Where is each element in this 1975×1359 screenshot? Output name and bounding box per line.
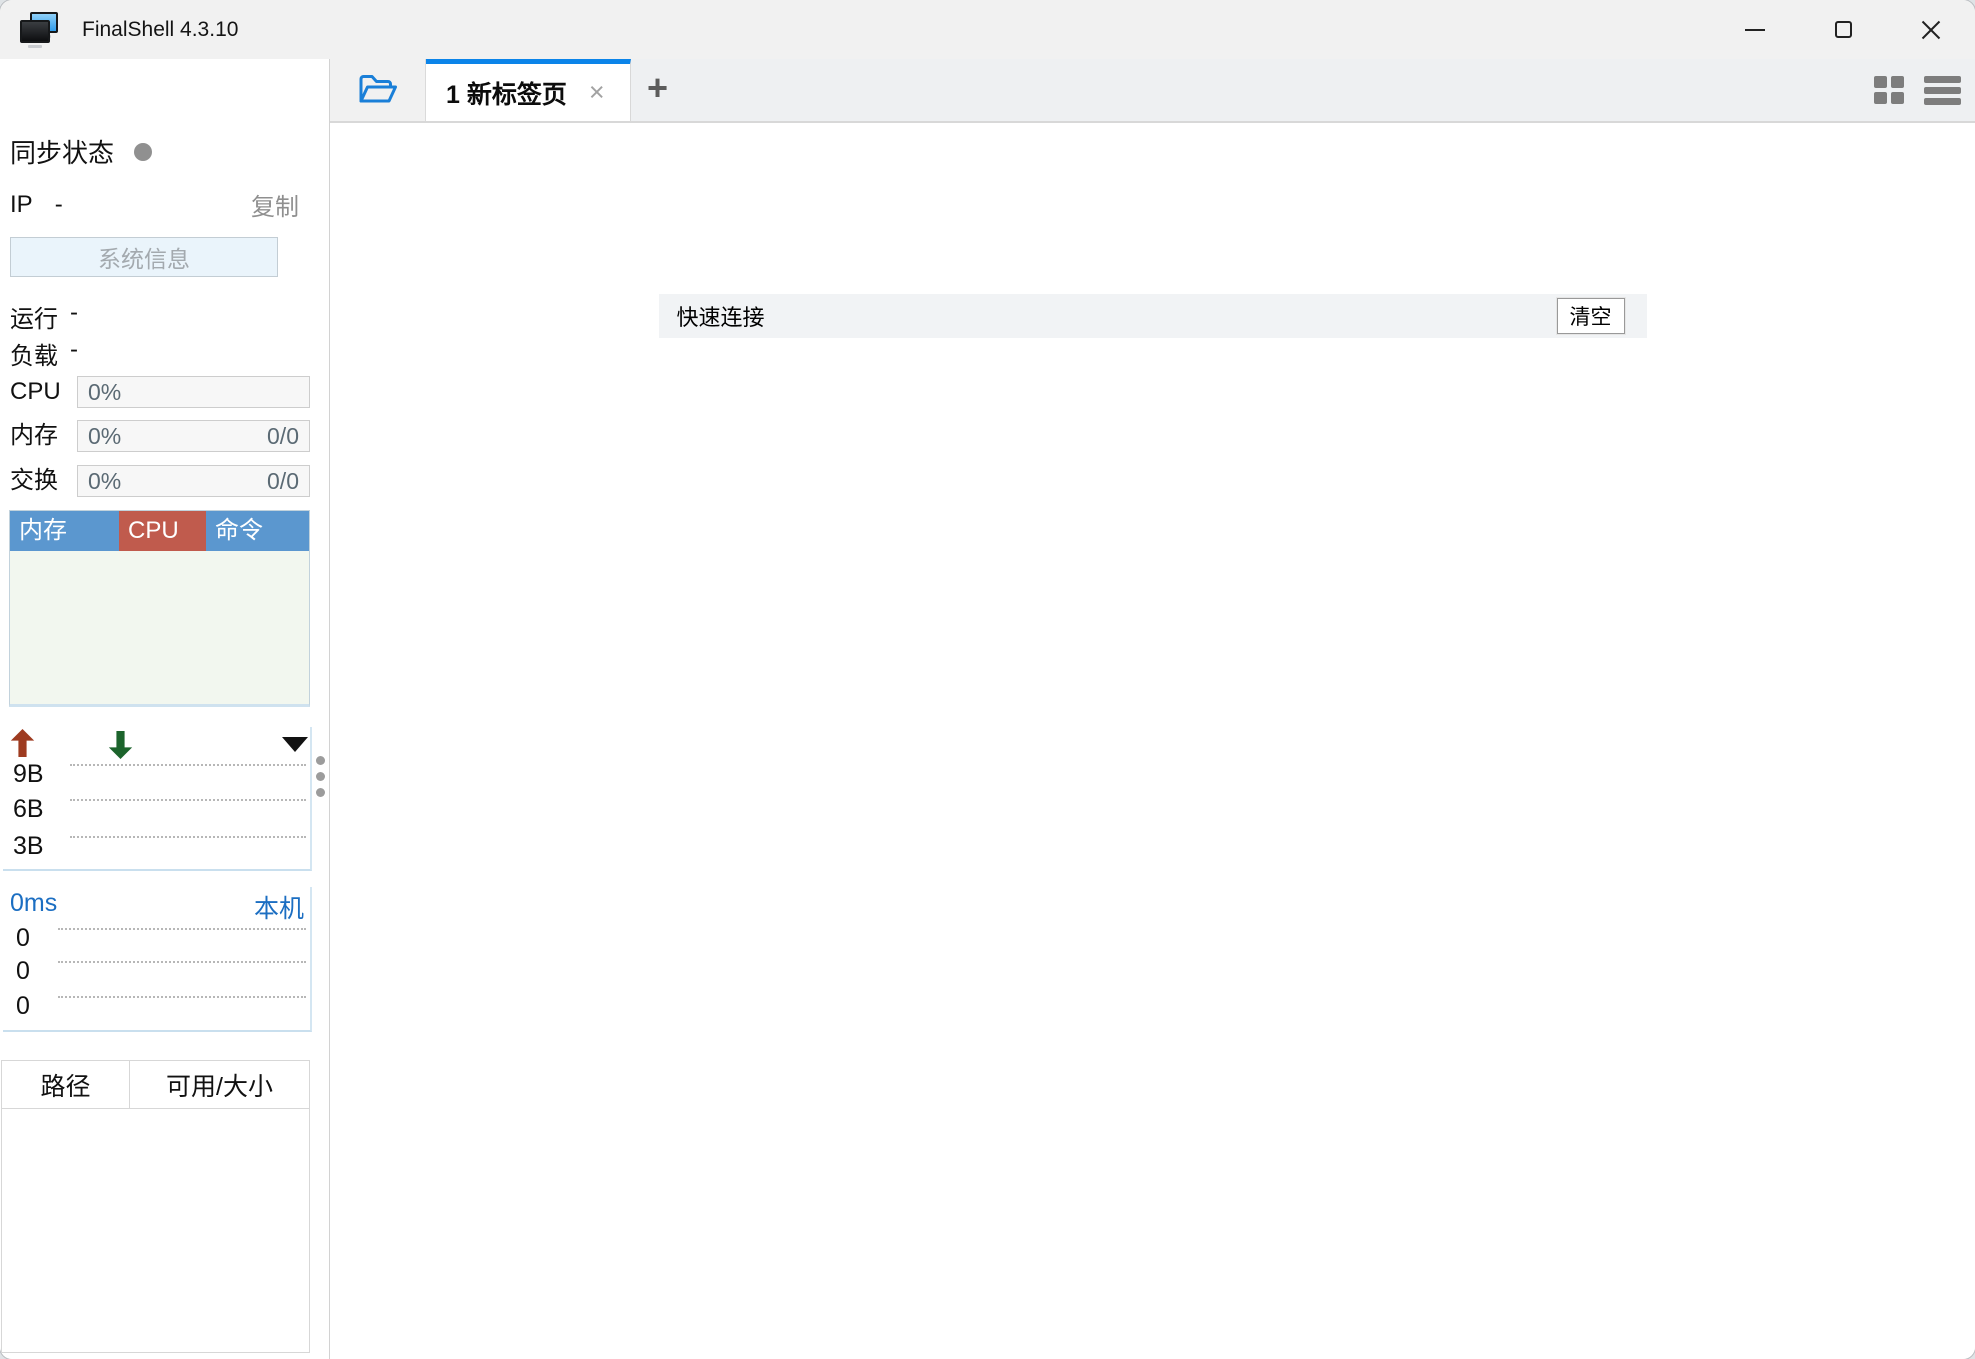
- window-controls: [1711, 0, 1975, 59]
- ping-gridline: [58, 961, 306, 963]
- net-tick-label: 9B: [13, 760, 44, 788]
- ping-tick-label: 0: [16, 924, 30, 952]
- close-icon: [1920, 19, 1942, 41]
- net-gridline: [70, 799, 306, 801]
- process-col-memory[interactable]: 内存: [10, 511, 119, 551]
- folder-open-icon: [359, 75, 397, 103]
- tab-title: 1 新标签页: [446, 80, 567, 109]
- upload-arrow-icon: [10, 729, 35, 757]
- swap-meter-label: 交换: [10, 467, 58, 494]
- ping-latency-graph: 0ms 本机 0 0 0: [3, 887, 312, 1032]
- sync-status-label: 同步状态: [10, 138, 115, 168]
- net-gridline: [70, 764, 306, 766]
- disk-table[interactable]: 路径 可用/大小: [1, 1060, 310, 1353]
- ip-row: IP - 复制: [10, 187, 299, 222]
- interface-dropdown-icon[interactable]: [282, 737, 308, 752]
- window-title: FinalShell 4.3.10: [82, 17, 239, 41]
- system-info-button[interactable]: 系统信息: [10, 237, 278, 277]
- monitor-front-icon: [20, 19, 50, 43]
- quick-connect-panel: 快速连接 清空: [658, 294, 1647, 338]
- ip-value: -: [54, 190, 63, 218]
- process-col-cpu[interactable]: CPU: [119, 511, 206, 551]
- load-row: 负载 -: [10, 336, 78, 371]
- memory-percent: 0%: [88, 422, 122, 449]
- tab-close-icon[interactable]: ×: [589, 79, 605, 106]
- process-table-header: 内存 CPU 命令: [10, 511, 309, 551]
- disk-col-size[interactable]: 可用/大小: [130, 1061, 309, 1108]
- app-logo-icon: [18, 10, 62, 50]
- minimize-icon: [1745, 28, 1765, 31]
- process-col-command[interactable]: 命令: [206, 511, 309, 551]
- quick-connect-title: 快速连接: [676, 305, 765, 330]
- load-label: 负载: [10, 343, 58, 370]
- open-connections-button[interactable]: [330, 59, 426, 121]
- network-graph-legend: [10, 729, 317, 759]
- net-gridline: [70, 836, 306, 838]
- process-table[interactable]: 内存 CPU 命令: [9, 510, 310, 707]
- content-area: 快速连接 清空: [330, 123, 1975, 1359]
- download-arrow-icon: [108, 731, 133, 759]
- sync-status-row: 同步状态: [10, 133, 153, 170]
- tab-bar-spacer: [668, 59, 1874, 121]
- cpu-meter-label: CPU: [10, 378, 61, 405]
- monitor-sidebar: 同步状态 IP - 复制 系统信息 运行 - 负载 - CPU 0% 内存 0%…: [0, 59, 330, 1359]
- sync-status-dot-icon: [134, 142, 153, 161]
- clear-button[interactable]: 清空: [1556, 298, 1625, 334]
- ip-label: IP: [10, 190, 33, 218]
- uptime-value: -: [70, 299, 78, 326]
- sidebar-splitter-handle[interactable]: [316, 756, 325, 797]
- close-button[interactable]: [1887, 0, 1975, 59]
- copy-ip-button[interactable]: 复制: [251, 187, 299, 222]
- minimize-button[interactable]: [1711, 0, 1799, 59]
- load-value: -: [70, 336, 78, 363]
- main-area: 1 新标签页 × + 快速连接 清空: [330, 59, 1975, 1359]
- layout-grid-button[interactable]: [1874, 76, 1904, 104]
- ping-host-label[interactable]: 本机: [254, 889, 304, 925]
- new-tab-button[interactable]: +: [647, 70, 668, 110]
- memory-meter-label: 内存: [10, 422, 58, 449]
- uptime-row: 运行 -: [10, 299, 78, 334]
- memory-ratio: 0/0: [267, 422, 299, 449]
- ping-gridline: [58, 928, 306, 930]
- cpu-percent: 0%: [88, 378, 122, 405]
- maximize-icon: [1834, 21, 1852, 38]
- title-bar: FinalShell 4.3.10: [0, 0, 1975, 59]
- network-traffic-graph: 9B 6B 3B: [3, 727, 312, 871]
- ping-tick-label: 0: [16, 957, 30, 985]
- maximize-button[interactable]: [1799, 0, 1887, 59]
- swap-meter-bar: 0% 0/0: [77, 465, 310, 497]
- cpu-meter-bar: 0%: [77, 376, 310, 408]
- memory-meter-bar: 0% 0/0: [77, 420, 310, 452]
- main-menu-button[interactable]: [1924, 75, 1961, 105]
- disk-col-path[interactable]: 路径: [2, 1061, 130, 1108]
- disk-table-header: 路径 可用/大小: [2, 1061, 309, 1109]
- uptime-label: 运行: [10, 306, 58, 333]
- swap-ratio: 0/0: [267, 467, 299, 494]
- ping-tick-label: 0: [16, 992, 30, 1020]
- net-tick-label: 6B: [13, 795, 44, 823]
- tab-new-tab[interactable]: 1 新标签页 ×: [426, 59, 631, 121]
- swap-percent: 0%: [88, 467, 122, 494]
- net-tick-label: 3B: [13, 832, 44, 860]
- tab-bar: 1 新标签页 × +: [330, 59, 1975, 123]
- ping-graph-header: 0ms 本机: [10, 889, 304, 925]
- ping-latency-value: 0ms: [10, 889, 58, 917]
- app-window: FinalShell 4.3.10 同步状态 IP - 复制 系统信息 运行 -: [0, 0, 1975, 1359]
- ping-gridline: [58, 996, 306, 998]
